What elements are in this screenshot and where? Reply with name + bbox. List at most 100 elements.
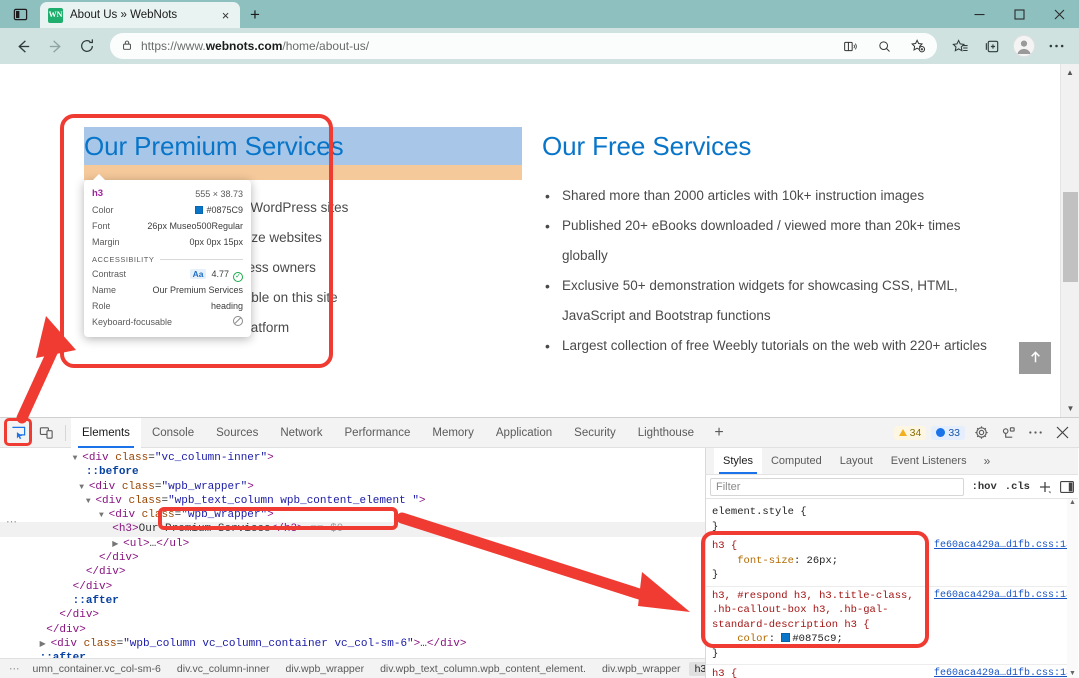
scrollbar-up-arrow-icon[interactable]: ▲ [1067, 499, 1078, 506]
gear-icon[interactable] [970, 422, 992, 444]
css-source-link[interactable]: fe60aca429a…d1fb.css:13 [934, 539, 1072, 554]
tooltip-contrast-value: Aa4.77✓ [190, 266, 243, 282]
tab-event-listeners[interactable]: Event Listeners [882, 448, 976, 474]
tab-close-icon[interactable]: × [217, 7, 234, 24]
breadcrumb-item[interactable]: div.wpb_wrapper [277, 663, 372, 675]
device-toolbar-icon[interactable] [32, 420, 60, 446]
tab-security[interactable]: Security [563, 418, 627, 448]
dom-line[interactable]: ▼ <div class="wpb_wrapper"> [0, 480, 705, 494]
dom-line[interactable]: ▶ <ul>…</ul> [0, 537, 705, 551]
tooltip-keyboard-row: Keyboard-focusable [92, 314, 243, 330]
messages-count: 33 [948, 427, 960, 439]
css-source-link[interactable]: fe60aca429a…d1fb.css:13 [934, 589, 1072, 604]
tab-styles[interactable]: Styles [714, 448, 762, 474]
dom-line[interactable]: ::before [0, 465, 705, 479]
message-dot-icon [936, 428, 945, 437]
more-tabs-icon[interactable]: » [976, 448, 999, 474]
dom-overflow-ellipsis[interactable]: ⋯ [6, 515, 17, 529]
read-aloud-icon[interactable] [837, 34, 863, 58]
maximize-button[interactable] [999, 0, 1039, 28]
tab-memory[interactable]: Memory [421, 418, 485, 448]
address-bar-url: https://www.webnots.com/home/about-us/ [141, 39, 829, 53]
minimize-button[interactable] [959, 0, 999, 28]
warning-triangle-icon [899, 429, 907, 436]
styles-filter-input[interactable]: Filter [710, 478, 964, 496]
breadcrumb-overflow-left[interactable]: ⋯ [4, 663, 25, 675]
messages-badge[interactable]: 33 [931, 426, 965, 440]
hov-toggle-button[interactable]: :hov [972, 481, 997, 493]
tooltip-margin-row: Margin 0px 0px 15px [92, 234, 243, 250]
tab-console[interactable]: Console [141, 418, 205, 448]
warnings-badge[interactable]: 34 [894, 426, 927, 440]
dom-line-selected[interactable]: <h3>Our Premium Services</h3> == $0 [0, 522, 705, 536]
tab-network[interactable]: Network [269, 418, 333, 448]
toggle-styles-sidebar-icon[interactable] [1060, 481, 1074, 493]
css-color-swatch[interactable] [781, 633, 790, 642]
toolbar-actions [945, 32, 1071, 60]
tooltip-tag-name: h3 [92, 186, 103, 202]
favorites-icon[interactable] [945, 32, 975, 60]
css-rule[interactable]: h3 { font-size: 20px; fe60aca429a…d1fb.c… [706, 665, 1078, 678]
tab-sources[interactable]: Sources [205, 418, 269, 448]
page-scrollbar[interactable]: ▲ ▼ [1060, 64, 1079, 417]
dom-line[interactable]: ::after [0, 594, 705, 608]
element-style-rule[interactable]: element.style { } [706, 503, 1078, 537]
dom-line[interactable]: ▶ <div class="wpb_column vc_column_conta… [0, 637, 705, 651]
css-source-link[interactable]: fe60aca429a…d1fb.css:13 [934, 667, 1072, 678]
search-icon[interactable] [871, 34, 897, 58]
styles-scrollbar[interactable]: ▲ ▼ [1067, 499, 1078, 678]
tab-computed[interactable]: Computed [762, 448, 831, 474]
address-bar[interactable]: https://www.webnots.com/home/about-us/ [110, 33, 937, 59]
dom-line[interactable]: </div> [0, 565, 705, 579]
breadcrumb-item[interactable]: umn_container.vc_col-sm-6 [25, 663, 169, 675]
split-pane-icon[interactable] [0, 0, 40, 28]
devtools-settings-icon[interactable] [997, 422, 1019, 444]
breadcrumb-item-current[interactable]: h3 [689, 662, 706, 676]
dom-line[interactable]: </div> [0, 551, 705, 565]
css-declaration[interactable]: font-size: 26px; [706, 554, 1078, 569]
browser-tab[interactable]: WN About Us » WebNots × [40, 2, 240, 28]
scrollbar-up-arrow-icon[interactable]: ▲ [1061, 64, 1079, 81]
tab-lighthouse[interactable]: Lighthouse [627, 418, 705, 448]
reload-icon[interactable] [72, 32, 102, 60]
forward-icon[interactable] [40, 32, 70, 60]
breadcrumb-item[interactable]: div.wpb_wrapper [594, 663, 689, 675]
add-to-collections-icon[interactable] [905, 34, 931, 58]
close-icon[interactable] [1051, 422, 1073, 444]
dom-line[interactable]: ▼ <div class="vc_column-inner"> [0, 451, 705, 465]
back-icon[interactable] [8, 32, 38, 60]
collections-icon[interactable] [977, 32, 1007, 60]
tooltip-font-row: Font 26px Museo500Regular [92, 218, 243, 234]
scrollbar-down-arrow-icon[interactable]: ▼ [1067, 670, 1078, 677]
scroll-to-top-button[interactable] [1019, 342, 1051, 374]
more-settings-icon[interactable] [1041, 32, 1071, 60]
profile-avatar-icon[interactable] [1009, 32, 1039, 60]
css-declaration[interactable]: color: #0875c9; [706, 632, 1078, 647]
dom-line[interactable]: ▼ <div class="wpb_text_column wpb_conten… [0, 494, 705, 508]
breadcrumb-item[interactable]: div.vc_column-inner [169, 663, 278, 675]
new-style-rule-button[interactable] [1038, 480, 1052, 494]
dom-line[interactable]: </div> [0, 623, 705, 637]
new-tab-button[interactable]: + [240, 2, 270, 28]
more-options-icon[interactable] [1024, 422, 1046, 444]
scrollbar-thumb[interactable] [1063, 192, 1078, 282]
dom-line[interactable]: </div> [0, 608, 705, 622]
tab-performance[interactable]: Performance [334, 418, 422, 448]
divider [65, 425, 66, 441]
tab-layout[interactable]: Layout [831, 448, 882, 474]
cls-toggle-button[interactable]: .cls [1005, 481, 1030, 493]
inspect-element-icon[interactable] [4, 420, 32, 446]
add-panel-button[interactable]: + [705, 418, 733, 448]
tooltip-font-value: 26px Museo500Regular [147, 218, 243, 234]
css-rule[interactable]: h3, #respond h3, h3.title-class, .hb-cal… [706, 587, 1078, 666]
scrollbar-down-arrow-icon[interactable]: ▼ [1061, 400, 1079, 417]
css-rule[interactable]: h3 { font-size: 26px; } fe60aca429a…d1fb… [706, 537, 1078, 587]
close-window-button[interactable] [1039, 0, 1079, 28]
tooltip-role-label: Role [92, 298, 111, 314]
tab-application[interactable]: Application [485, 418, 563, 448]
dom-line[interactable]: ▼ <div class="wpb_wrapper"> [0, 508, 705, 522]
breadcrumb-item[interactable]: div.wpb_text_column.wpb_content_element. [372, 663, 594, 675]
dom-line[interactable]: </div> [0, 580, 705, 594]
dom-tree-pane[interactable]: ▼ <div class="vc_column-inner"> ::before… [0, 448, 706, 678]
tab-elements[interactable]: Elements [71, 418, 141, 448]
